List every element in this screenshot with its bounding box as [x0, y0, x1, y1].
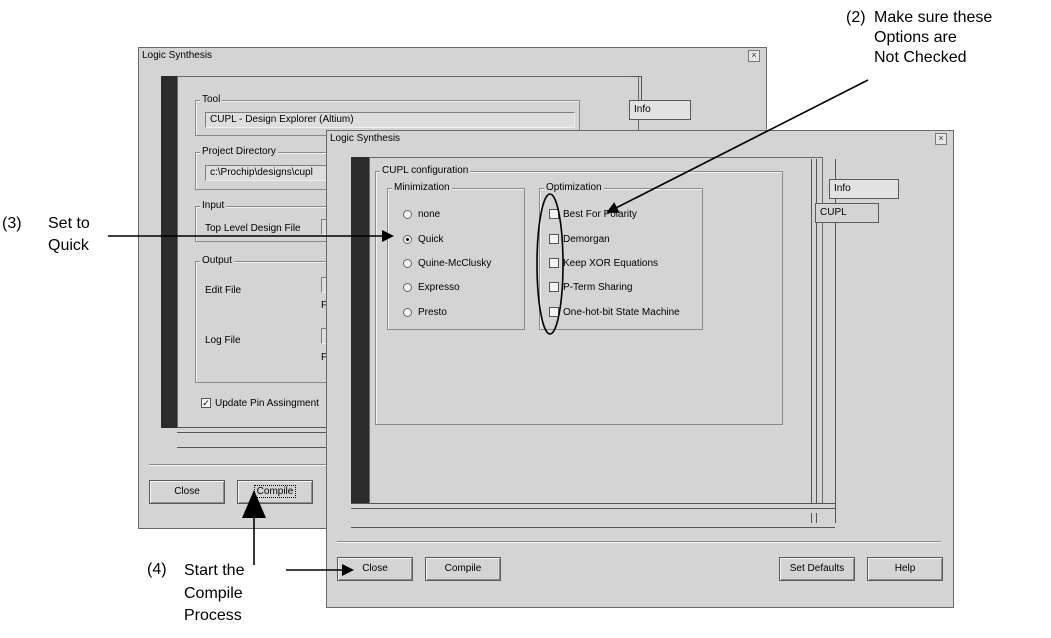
annotation-3-number: (3) [2, 215, 22, 232]
annotation-2-line-1: Make sure these [874, 9, 993, 26]
annotation-4-line-3: Process [184, 607, 242, 624]
annotation-3-line-1: Set to [48, 215, 90, 232]
annotation-4-line-2: Compile [184, 585, 243, 602]
annotation-4-line-1: Start the [184, 562, 245, 579]
annotation-4-number: (4) [147, 561, 167, 578]
checkbox-highlight-ellipse [536, 193, 564, 335]
annotation-2-line-3: Not Checked [874, 49, 967, 66]
annotation-2-line-2: Options are [874, 29, 957, 46]
annotation-3-line-2: Quick [48, 237, 89, 254]
annotation-2-number: (2) [846, 9, 866, 26]
annotation-4-arrowhead-up [242, 490, 266, 518]
annotation-2-arrow [606, 79, 869, 213]
annotation-arrows [108, 79, 869, 576]
